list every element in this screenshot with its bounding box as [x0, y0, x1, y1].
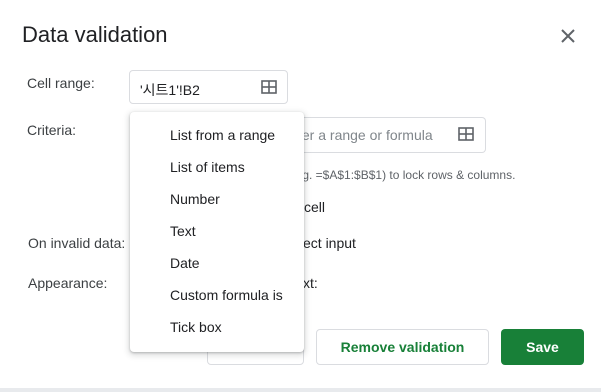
cell-range-label: Cell range: [27, 75, 95, 91]
data-validation-dialog: Data validation Cell range: '시트1'!B2 Cri… [0, 0, 601, 392]
close-button[interactable] [556, 24, 580, 48]
save-button[interactable]: Save [501, 329, 584, 365]
criteria-label: Criteria: [27, 122, 77, 138]
criteria-dropdown-menu: List from a range List of items Number T… [130, 112, 304, 352]
appearance-label: Appearance: [28, 275, 108, 291]
menu-item-number[interactable]: Number [130, 183, 304, 215]
remove-validation-button[interactable]: Remove validation [316, 329, 489, 365]
help-text-label: xt: [303, 275, 318, 291]
menu-item-date[interactable]: Date [130, 247, 304, 279]
dialog-bottom-edge [0, 388, 601, 392]
grid-icon[interactable] [261, 80, 277, 94]
close-icon [561, 29, 575, 43]
grid-icon[interactable] [458, 127, 474, 141]
menu-item-tick-box[interactable]: Tick box [130, 311, 304, 343]
dialog-title: Data validation [22, 22, 168, 47]
criteria-hint: .g. =$A$1:$B$1) to lock rows & columns. [299, 168, 516, 182]
cell-range-input[interactable]: '시트1'!B2 [129, 70, 288, 104]
show-dropdown-label: cell [304, 199, 326, 215]
menu-item-list-from-range[interactable]: List from a range [130, 119, 304, 151]
on-invalid-label: On invalid data: [28, 235, 126, 251]
criteria-placeholder: ter a range or formula [298, 127, 433, 143]
on-invalid-option-label: ect input [303, 235, 356, 251]
criteria-range-input[interactable]: ter a range or formula [296, 117, 486, 153]
cell-range-value: '시트1'!B2 [140, 82, 200, 98]
menu-item-custom-formula[interactable]: Custom formula is [130, 279, 304, 311]
menu-item-text[interactable]: Text [130, 215, 304, 247]
menu-item-list-of-items[interactable]: List of items [130, 151, 304, 183]
